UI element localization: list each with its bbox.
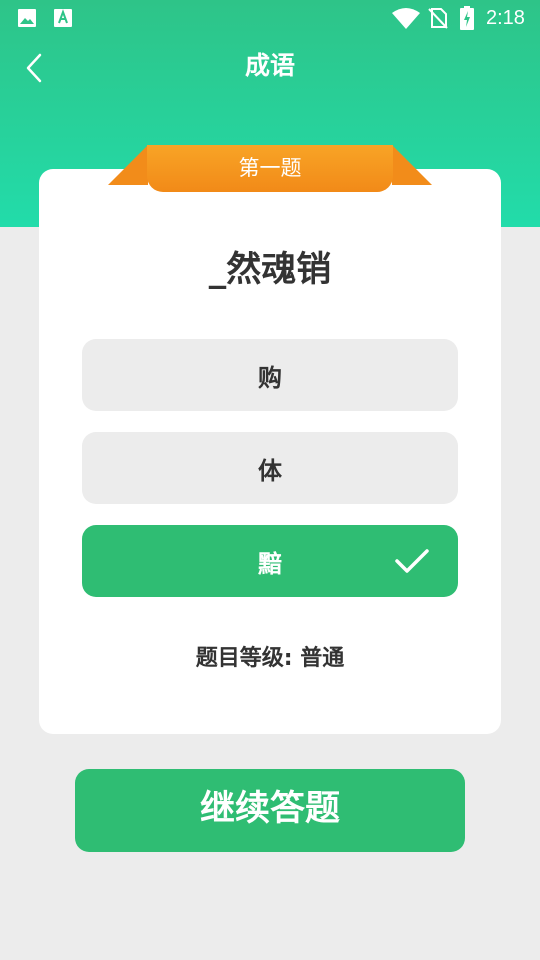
option-label: 黯	[258, 549, 282, 578]
wifi-icon	[392, 8, 420, 29]
continue-button[interactable]: 继续答题	[75, 769, 465, 852]
ribbon-wing-left	[108, 145, 148, 185]
no-sim-icon	[428, 8, 448, 29]
option-button[interactable]: 体	[82, 432, 458, 504]
check-icon	[395, 549, 429, 573]
image-icon	[18, 9, 36, 27]
question-level: 题目等级: 普通	[195, 646, 345, 671]
a-icon	[54, 9, 72, 27]
page-title: 成语	[244, 51, 295, 80]
option-button[interactable]: 购	[82, 339, 458, 411]
ribbon-wing-right	[392, 145, 432, 185]
question-number-badge: 第一题	[147, 145, 393, 192]
status-bar: 2:18	[0, 0, 540, 36]
option-label: 购	[258, 363, 282, 392]
battery-charging-icon	[460, 6, 474, 30]
option-button-correct[interactable]: 黯	[82, 525, 458, 597]
option-label: 体	[258, 456, 282, 485]
status-time: 2:18	[486, 7, 525, 29]
question-text: _然魂销	[208, 250, 332, 290]
